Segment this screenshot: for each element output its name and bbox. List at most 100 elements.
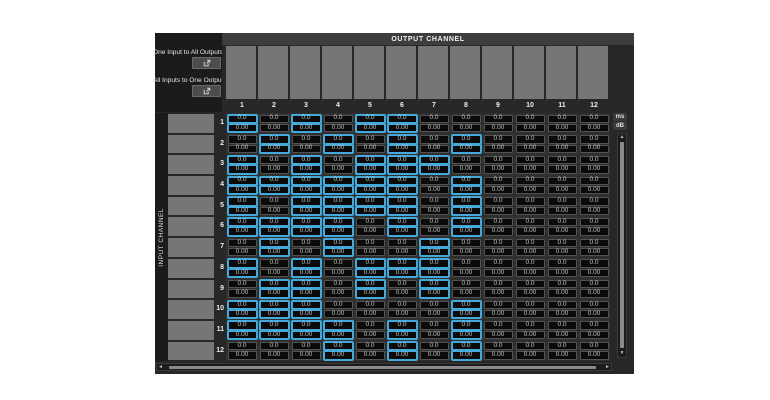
matrix-cell-in2-out4[interactable]: 0.00.00 (322, 134, 354, 155)
delay-field-in7-out1[interactable]: 0.0 (228, 239, 257, 247)
matrix-cell-in11-out1[interactable]: 0.00.00 (226, 320, 258, 341)
delay-field-in9-out11[interactable]: 0.0 (548, 280, 577, 288)
delay-field-in6-out9[interactable]: 0.0 (484, 218, 513, 226)
matrix-cell-in11-out8[interactable]: 0.00.00 (450, 320, 482, 341)
matrix-cell-in4-out4[interactable]: 0.00.00 (322, 175, 354, 196)
scroll-left-icon[interactable]: ◄ (158, 364, 163, 370)
gain-field-in8-out9[interactable]: 0.00 (484, 269, 513, 277)
matrix-cell-in9-out2[interactable]: 0.00.00 (258, 279, 290, 300)
delay-field-in12-out8[interactable]: 0.0 (452, 342, 481, 350)
delay-field-in4-out12[interactable]: 0.0 (580, 177, 609, 185)
matrix-cell-in4-out12[interactable]: 0.00.00 (578, 175, 610, 196)
gain-field-in4-out11[interactable]: 0.00 (548, 186, 577, 194)
gain-field-in1-out2[interactable]: 0.00 (260, 124, 289, 132)
gain-field-in9-out11[interactable]: 0.00 (548, 289, 577, 297)
gain-field-in10-out9[interactable]: 0.00 (484, 310, 513, 318)
gain-field-in8-out3[interactable]: 0.00 (292, 269, 321, 277)
matrix-cell-in1-out11[interactable]: 0.00.00 (546, 113, 578, 134)
gain-field-in4-out2[interactable]: 0.00 (260, 186, 289, 194)
matrix-cell-in6-out2[interactable]: 0.00.00 (258, 216, 290, 237)
delay-field-in10-out8[interactable]: 0.0 (452, 301, 481, 309)
gain-field-in6-out10[interactable]: 0.00 (516, 227, 545, 235)
input-channel-block-3[interactable] (168, 155, 214, 174)
gain-field-in3-out12[interactable]: 0.00 (580, 165, 609, 173)
matrix-cell-in6-out9[interactable]: 0.00.00 (482, 216, 514, 237)
matrix-cell-in2-out1[interactable]: 0.00.00 (226, 134, 258, 155)
delay-field-in2-out8[interactable]: 0.0 (452, 135, 481, 143)
matrix-cell-in7-out3[interactable]: 0.00.00 (290, 237, 322, 258)
matrix-cell-in4-out10[interactable]: 0.00.00 (514, 175, 546, 196)
delay-field-in12-out6[interactable]: 0.0 (388, 342, 417, 350)
matrix-cell-in5-out6[interactable]: 0.00.00 (386, 196, 418, 217)
matrix-cell-in12-out8[interactable]: 0.00.00 (450, 341, 482, 362)
delay-field-in10-out7[interactable]: 0.0 (420, 301, 449, 309)
gain-field-in12-out6[interactable]: 0.00 (388, 351, 417, 359)
delay-field-in8-out1[interactable]: 0.0 (228, 259, 257, 267)
matrix-cell-in1-out7[interactable]: 0.00.00 (418, 113, 450, 134)
matrix-cell-in11-out11[interactable]: 0.00.00 (546, 320, 578, 341)
output-channel-block-1[interactable] (226, 46, 256, 99)
gain-field-in10-out12[interactable]: 0.00 (580, 310, 609, 318)
gain-field-in2-out5[interactable]: 0.00 (356, 145, 385, 153)
delay-field-in9-out6[interactable]: 0.0 (388, 280, 417, 288)
matrix-cell-in12-out5[interactable]: 0.00.00 (354, 341, 386, 362)
gain-field-in10-out6[interactable]: 0.00 (388, 310, 417, 318)
delay-field-in10-out3[interactable]: 0.0 (292, 301, 321, 309)
gain-field-in5-out2[interactable]: 0.00 (260, 207, 289, 215)
gain-field-in1-out10[interactable]: 0.00 (516, 124, 545, 132)
matrix-cell-in11-out10[interactable]: 0.00.00 (514, 320, 546, 341)
matrix-cell-in9-out10[interactable]: 0.00.00 (514, 279, 546, 300)
delay-field-in6-out5[interactable]: 0.0 (356, 218, 385, 226)
gain-field-in9-out10[interactable]: 0.00 (516, 289, 545, 297)
delay-field-in8-out2[interactable]: 0.0 (260, 259, 289, 267)
gain-field-in5-out1[interactable]: 0.00 (228, 207, 257, 215)
delay-field-in2-out6[interactable]: 0.0 (388, 135, 417, 143)
matrix-cell-in5-out11[interactable]: 0.00.00 (546, 196, 578, 217)
gain-field-in7-out10[interactable]: 0.00 (516, 248, 545, 256)
gain-field-in10-out1[interactable]: 0.00 (228, 310, 257, 318)
gain-field-in9-out8[interactable]: 0.00 (452, 289, 481, 297)
gain-field-in4-out9[interactable]: 0.00 (484, 186, 513, 194)
delay-field-in7-out9[interactable]: 0.0 (484, 239, 513, 247)
gain-field-in8-out2[interactable]: 0.00 (260, 269, 289, 277)
delay-field-in5-out2[interactable]: 0.0 (260, 197, 289, 205)
delay-field-in6-out12[interactable]: 0.0 (580, 218, 609, 226)
delay-field-in12-out12[interactable]: 0.0 (580, 342, 609, 350)
gain-field-in11-out3[interactable]: 0.00 (292, 331, 321, 339)
delay-field-in4-out11[interactable]: 0.0 (548, 177, 577, 185)
delay-field-in11-out7[interactable]: 0.0 (420, 321, 449, 329)
matrix-cell-in10-out4[interactable]: 0.00.00 (322, 299, 354, 320)
delay-field-in2-out11[interactable]: 0.0 (548, 135, 577, 143)
gain-field-in3-out10[interactable]: 0.00 (516, 165, 545, 173)
gain-field-in12-out12[interactable]: 0.00 (580, 351, 609, 359)
delay-field-in1-out11[interactable]: 0.0 (548, 115, 577, 123)
matrix-cell-in4-out7[interactable]: 0.00.00 (418, 175, 450, 196)
gain-field-in12-out9[interactable]: 0.00 (484, 351, 513, 359)
delay-field-in3-out1[interactable]: 0.0 (228, 156, 257, 164)
matrix-cell-in10-out3[interactable]: 0.00.00 (290, 299, 322, 320)
matrix-cell-in10-out11[interactable]: 0.00.00 (546, 299, 578, 320)
matrix-cell-in6-out8[interactable]: 0.00.00 (450, 216, 482, 237)
delay-field-in10-out10[interactable]: 0.0 (516, 301, 545, 309)
gain-field-in4-out8[interactable]: 0.00 (452, 186, 481, 194)
gain-field-in6-out9[interactable]: 0.00 (484, 227, 513, 235)
delay-field-in12-out5[interactable]: 0.0 (356, 342, 385, 350)
matrix-cell-in12-out11[interactable]: 0.00.00 (546, 341, 578, 362)
matrix-cell-in5-out2[interactable]: 0.0 0.00 (258, 196, 290, 217)
matrix-cell-in6-out7[interactable]: 0.00.00 (418, 216, 450, 237)
gain-field-in8-out4[interactable]: 0.00 (324, 269, 353, 277)
matrix-cell-in7-out6[interactable]: 0.00.00 (386, 237, 418, 258)
matrix-cell-in9-out8[interactable]: 0.00.00 (450, 279, 482, 300)
input-channel-block-8[interactable] (168, 259, 214, 278)
input-channel-block-4[interactable] (168, 176, 214, 195)
matrix-cell-in11-out2[interactable]: 0.00.00 (258, 320, 290, 341)
matrix-cell-in9-out12[interactable]: 0.00.00 (578, 279, 610, 300)
matrix-cell-in4-out9[interactable]: 0.00.00 (482, 175, 514, 196)
delay-field-in6-out1[interactable]: 0.0 (228, 218, 257, 226)
delay-field-in3-out8[interactable]: 0.0 (452, 156, 481, 164)
gain-field-in7-out5[interactable]: 0.00 (356, 248, 385, 256)
gain-field-in2-out2[interactable]: 0.00 (260, 145, 289, 153)
delay-field-in8-out9[interactable]: 0.0 (484, 259, 513, 267)
matrix-cell-in8-out1[interactable]: 0.00.00 (226, 258, 258, 279)
one-input-to-all-outputs-button[interactable] (192, 57, 221, 69)
